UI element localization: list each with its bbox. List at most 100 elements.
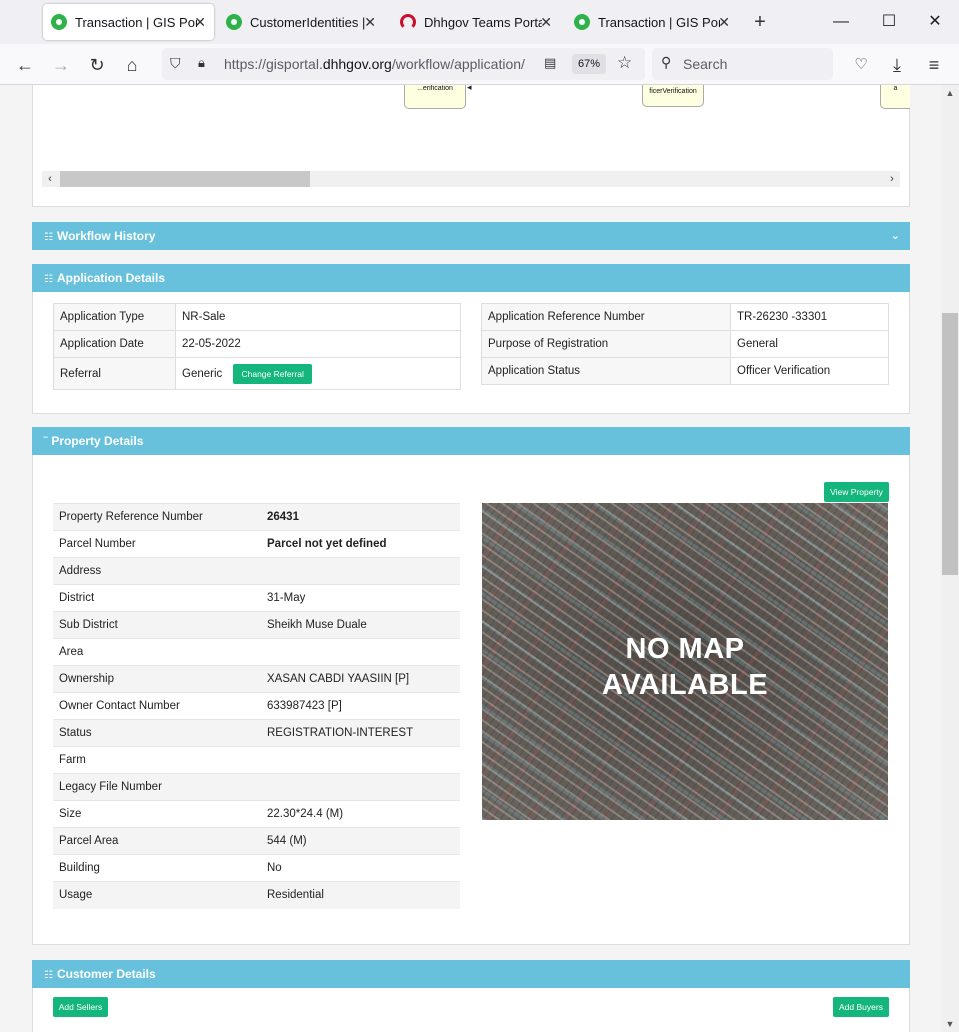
add-sellers-button[interactable]: Add Sellers (53, 997, 108, 1017)
reference-number-label: Application Reference Number (481, 303, 731, 331)
purpose-value: General (730, 330, 889, 358)
search-icon: ⚲ (661, 54, 672, 70)
vertical-scrollbar[interactable]: ▲ ▼ (941, 85, 959, 1032)
close-tab-icon[interactable]: ✕ (194, 14, 206, 31)
tab-title: Dhhgov Teams Portal (424, 14, 542, 30)
list-icon: ☷ (44, 970, 53, 981)
scroll-down-icon[interactable]: ▼ (941, 1016, 959, 1032)
property-field-value: 31-May (261, 584, 460, 612)
scroll-right-icon[interactable]: › (884, 171, 900, 187)
add-buyers-button[interactable]: Add Buyers (833, 997, 889, 1017)
table-row: Referral Generic Change Referral (53, 357, 461, 390)
table-row: Sub District Sheikh Muse Duale (53, 611, 460, 639)
reload-icon[interactable]: ↻ (84, 52, 110, 78)
close-tab-icon[interactable]: ✕ (718, 14, 730, 31)
application-type-label: Application Type (53, 303, 176, 331)
application-details-right-table: Application Reference Number TR-26230 -3… (481, 303, 889, 385)
reader-view-icon[interactable]: ▤ (544, 55, 556, 71)
referral-label: Referral (53, 357, 176, 390)
back-arrow-icon[interactable]: ← (12, 52, 38, 78)
tab-transaction-active[interactable]: Transaction | GIS Portal ✕ (43, 4, 214, 40)
scroll-left-icon[interactable]: ‹ (42, 171, 58, 187)
table-row: Area (53, 638, 460, 666)
chevron-down-icon[interactable]: ⌄ (891, 222, 900, 250)
application-date-value: 22-05-2022 (175, 330, 461, 358)
home-icon[interactable]: ⌂ (119, 52, 145, 78)
table-row: Status REGISTRATION-INTEREST (53, 719, 460, 747)
customer-details-header[interactable]: ☷ Customer Details (32, 960, 910, 988)
forward-arrow-icon[interactable]: → (48, 52, 74, 78)
application-date-label: Application Date (53, 330, 176, 358)
property-details-header[interactable]: ‾ Property Details (32, 427, 910, 455)
pocket-icon[interactable]: ♡ (848, 52, 874, 78)
new-tab-icon[interactable]: + (748, 10, 772, 34)
application-status-label: Application Status (481, 357, 731, 385)
property-field-label: Sub District (53, 611, 261, 639)
application-type-value: NR-Sale (175, 303, 461, 331)
change-referral-button[interactable]: Change Referral (233, 363, 312, 384)
collapse-icon[interactable]: ‾ (44, 437, 47, 448)
tab-customer-identities[interactable]: CustomerIdentities | GIS ✕ (218, 4, 384, 40)
table-row: Ownership XASAN CABDI YAASIIN [P] (53, 665, 460, 693)
application-details-header[interactable]: ☷ Application Details (32, 264, 910, 292)
scrollbar-thumb[interactable] (60, 171, 310, 187)
table-row: District 31-May (53, 584, 460, 612)
address-bar[interactable]: ⛉ 🔒︎ https://gisportal.dhhgov.org/workfl… (162, 48, 645, 80)
property-field-value: 22.30*24.4 (M) (261, 800, 460, 828)
workflow-node[interactable]: ...erification (404, 85, 466, 109)
property-field-label: Ownership (53, 665, 261, 693)
workflow-node[interactable]: a (880, 85, 910, 109)
property-details-table: Property Reference Number 26431 Parcel Num… (53, 503, 460, 909)
table-row: Farm (53, 746, 460, 774)
teams-portal-favicon-icon (400, 14, 416, 30)
property-field-value: 633987423 [P] (261, 692, 460, 720)
workflow-history-header[interactable]: ☷ Workflow History ⌄ (32, 222, 910, 250)
property-field-value (261, 638, 460, 666)
zoom-level[interactable]: 67% (572, 54, 606, 74)
bookmark-star-icon[interactable]: ☆ (617, 53, 632, 73)
property-field-label: Property Reference Number (53, 503, 261, 531)
minimize-icon[interactable]: — (826, 10, 856, 34)
close-tab-icon[interactable]: ✕ (364, 14, 376, 31)
table-row: Address (53, 557, 460, 585)
property-field-label: District (53, 584, 261, 612)
list-icon: ☷ (44, 232, 53, 243)
gis-portal-favicon-icon (226, 14, 242, 30)
shield-icon[interactable]: ⛉ (170, 55, 181, 72)
table-row: Building No (53, 854, 460, 882)
url-text[interactable]: https://gisportal.dhhgov.org/workflow/ap… (224, 56, 534, 72)
property-field-label: Legacy File Number (53, 773, 261, 801)
table-row: Purpose of Registration General (481, 330, 889, 358)
search-placeholder: Search (683, 56, 728, 72)
menu-icon[interactable]: ≡ (921, 52, 947, 78)
scroll-up-icon[interactable]: ▲ (941, 85, 959, 101)
maximize-icon[interactable]: ☐ (874, 10, 904, 34)
property-field-value: REGISTRATION-INTEREST (261, 719, 460, 747)
close-window-icon[interactable]: ✕ (920, 10, 950, 34)
property-field-label: Size (53, 800, 261, 828)
view-property-button[interactable]: View Property (824, 482, 889, 502)
property-field-label: Usage (53, 881, 261, 909)
close-tab-icon[interactable]: ✕ (540, 14, 552, 31)
table-row: Application Date 22-05-2022 (53, 330, 461, 358)
tab-teams-portal[interactable]: Dhhgov Teams Portal ✕ (392, 4, 560, 40)
property-field-value (261, 746, 460, 774)
reference-number-value: TR-26230 -33301 (730, 303, 889, 331)
table-row: Application Status Officer Verification (481, 357, 889, 385)
property-field-label: Status (53, 719, 261, 747)
scrollbar-thumb[interactable] (942, 313, 958, 575)
horizontal-scrollbar[interactable]: ‹ › (42, 171, 900, 187)
tab-transaction[interactable]: Transaction | GIS Portal ✕ (566, 4, 738, 40)
property-field-value: No (261, 854, 460, 882)
downloads-icon[interactable]: ⤓ (884, 52, 910, 78)
lock-icon[interactable]: 🔒︎ (198, 55, 205, 71)
table-row: Size 22.30*24.4 (M) (53, 800, 460, 828)
property-field-value (261, 773, 460, 801)
search-input[interactable]: ⚲ Search (652, 48, 833, 80)
application-details-left-table: Application Type NR-Sale Application Dat… (53, 303, 461, 390)
panel-title: Application Details (56, 271, 165, 285)
workflow-node[interactable]: ficerVerification (642, 85, 704, 107)
table-row: Parcel Number Parcel not yet defined (53, 530, 460, 558)
property-field-label: Area (53, 638, 261, 666)
list-icon: ☷ (44, 274, 53, 285)
